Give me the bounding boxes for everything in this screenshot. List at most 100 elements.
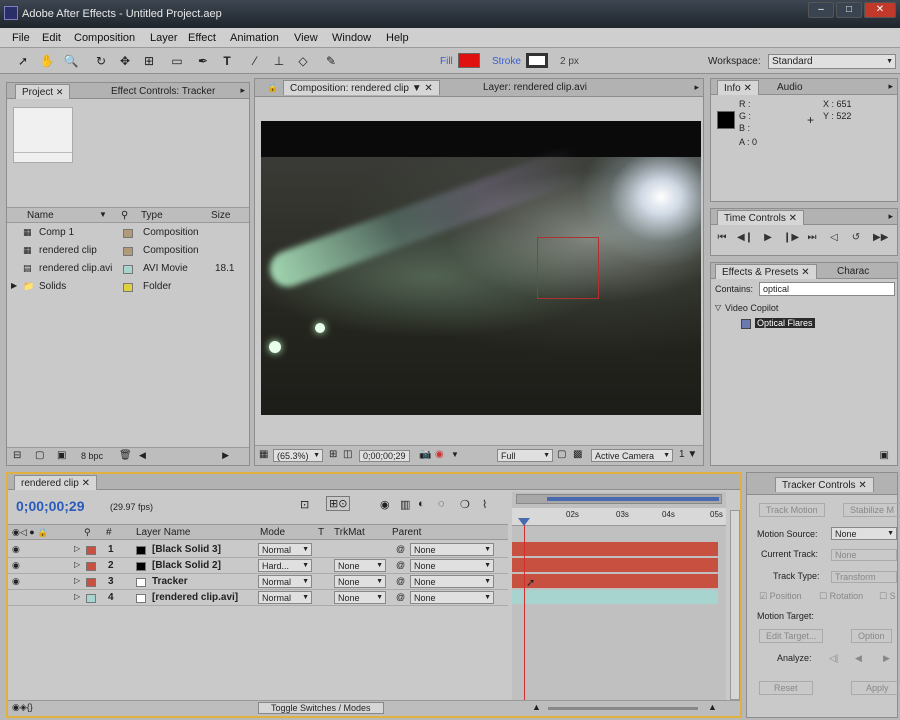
current-track-value[interactable]: None xyxy=(831,549,897,561)
tab-tracker-controls[interactable]: Tracker Controls ✕ xyxy=(775,477,874,492)
menu-file[interactable]: File xyxy=(12,32,30,44)
menu-animation[interactable]: Animation xyxy=(230,32,279,44)
grid-icon[interactable]: ⊞ xyxy=(329,449,337,460)
motion-blur-icon[interactable]: ◌ xyxy=(438,498,445,510)
parent-dropdown[interactable]: None ▼ xyxy=(410,591,494,604)
label-column-icon[interactable]: ⚲ xyxy=(84,527,91,538)
expand-arrow-icon[interactable]: ▷ xyxy=(74,576,80,585)
hide-shy-layers-icon[interactable]: ▥ xyxy=(400,498,410,511)
analyze-forward-icon[interactable]: ▶ xyxy=(883,653,890,664)
new-folder-icon[interactable]: ▢ xyxy=(35,450,44,461)
label-color-swatch[interactable] xyxy=(86,594,96,603)
show-channel-icon[interactable]: ◉ xyxy=(435,449,444,460)
effect-optical-flares[interactable]: Optical Flares xyxy=(755,318,815,328)
label-color-swatch[interactable] xyxy=(86,578,96,587)
resolution-dropdown[interactable]: Full ▼ xyxy=(497,449,553,462)
sort-icon[interactable]: ▼ xyxy=(99,210,107,219)
tab-timeline[interactable]: rendered clip ✕ xyxy=(14,475,97,490)
scale-checkbox[interactable]: ☐ S xyxy=(879,591,896,602)
layer-name-column-header[interactable]: Layer Name xyxy=(136,527,190,538)
layer-row[interactable]: ◉ ▷ 3 Tracker Normal ▼ None ▼ @ None ▼ xyxy=(8,574,508,590)
analyze-backward-icon[interactable]: ◀ xyxy=(855,653,862,664)
hand-tool-icon[interactable]: ✋ xyxy=(38,52,56,70)
composition-viewer[interactable] xyxy=(261,121,701,415)
fill-color-swatch[interactable] xyxy=(458,53,480,68)
previous-frame-icon[interactable]: ◀❙ xyxy=(737,231,753,245)
draft-3d-icon[interactable]: ◉ xyxy=(380,498,390,511)
eye-icon[interactable]: ◉ xyxy=(12,576,20,587)
category-expand-icon[interactable]: ▽ xyxy=(715,303,721,312)
current-time-display[interactable]: 0;00;00;29 xyxy=(359,450,410,462)
layer-switches-icon[interactable]: ◉◈{} xyxy=(12,702,33,713)
eye-icon[interactable]: ◉ xyxy=(12,560,20,571)
layer-bar-4[interactable] xyxy=(512,590,718,604)
project-item-row[interactable]: ▤ rendered clip.avi AVI Movie 18.1 xyxy=(7,261,249,277)
type-tool-icon[interactable]: T xyxy=(218,52,236,70)
panel-menu-icon[interactable]: ▸ xyxy=(694,82,699,93)
zoom-in-icon[interactable]: ▲ xyxy=(708,702,717,712)
label-column-icon[interactable]: ⚲ xyxy=(121,210,128,221)
effects-search-input[interactable]: optical xyxy=(759,282,895,296)
tab-audio[interactable]: Audio xyxy=(771,80,809,95)
options-button[interactable]: Option xyxy=(851,629,892,643)
parent-dropdown[interactable]: None ▼ xyxy=(410,559,494,572)
new-composition-icon[interactable]: ▣ xyxy=(57,450,66,461)
label-color-swatch[interactable] xyxy=(123,247,133,256)
label-color-swatch[interactable] xyxy=(123,283,133,292)
lock-icon[interactable]: 🔒 xyxy=(267,82,278,93)
timeline-timecode[interactable]: 0;00;00;29 xyxy=(16,498,85,514)
minimize-button[interactable]: – xyxy=(808,2,834,18)
time-graph-area[interactable]: 02s 03s 04s 05s ➚ xyxy=(512,492,726,700)
menu-window[interactable]: Window xyxy=(332,32,371,44)
stabilize-motion-button[interactable]: Stabilize M xyxy=(843,503,900,517)
pick-whip-icon[interactable]: @ xyxy=(396,544,405,554)
stroke-width-value[interactable]: 2 px xyxy=(560,56,579,67)
pan-behind-tool-icon[interactable]: ⊞ xyxy=(140,52,158,70)
menu-layer[interactable]: Layer xyxy=(150,32,178,44)
tab-info[interactable]: Info ✕ xyxy=(717,80,759,95)
panel-menu-icon[interactable]: ▸ xyxy=(888,81,893,92)
selection-tool-icon[interactable]: ➚ xyxy=(14,52,32,70)
layer-name[interactable]: [Black Solid 2] xyxy=(152,560,221,571)
category-video-copilot[interactable]: Video Copilot xyxy=(725,303,778,313)
mode-column-header[interactable]: Mode xyxy=(260,527,285,538)
stroke-color-swatch[interactable] xyxy=(526,53,548,68)
current-time-indicator[interactable] xyxy=(524,520,525,700)
motion-source-dropdown[interactable]: None ▼ xyxy=(831,527,897,540)
name-column-header[interactable]: Name xyxy=(27,210,54,221)
rectangle-tool-icon[interactable]: ▭ xyxy=(168,52,186,70)
expand-arrow-icon[interactable]: ▷ xyxy=(74,592,80,601)
track-type-value[interactable]: Transform xyxy=(831,571,897,583)
zoom-slider[interactable] xyxy=(548,707,698,710)
size-column-header[interactable]: Size xyxy=(211,210,230,221)
channel-dropdown-icon[interactable]: ▼ xyxy=(451,450,459,459)
project-item-row[interactable]: ▦ Comp 1 Composition xyxy=(7,225,249,241)
loop-icon[interactable]: ↺ xyxy=(849,231,863,245)
toggle-switches-modes-button[interactable]: Toggle Switches / Modes xyxy=(258,702,384,714)
panel-menu-icon[interactable]: ▸ xyxy=(888,211,893,222)
brush-tool-icon[interactable]: ⁄ xyxy=(246,52,264,70)
ram-preview-icon[interactable]: ▶▶ xyxy=(873,231,888,245)
clone-stamp-tool-icon[interactable]: ⊥ xyxy=(270,52,288,70)
menu-view[interactable]: View xyxy=(294,32,318,44)
menu-composition[interactable]: Composition xyxy=(74,32,135,44)
close-button[interactable]: ✕ xyxy=(864,2,896,18)
rotation-tool-icon[interactable]: ↻ xyxy=(92,52,110,70)
pick-whip-icon[interactable]: @ xyxy=(396,592,405,602)
live-update-icon[interactable]: ⊞⊙ xyxy=(326,496,351,511)
last-frame-icon[interactable]: ⏭ xyxy=(805,231,819,245)
pen-tool-icon[interactable]: ✒ xyxy=(194,52,212,70)
expand-arrow-icon[interactable]: ▷ xyxy=(74,544,80,553)
scroll-left-icon[interactable]: ◀ xyxy=(139,450,146,461)
edit-target-button[interactable]: Edit Target... xyxy=(759,629,824,643)
comp-mini-flowchart-icon[interactable]: ⊡ xyxy=(300,498,309,511)
label-color-swatch[interactable] xyxy=(123,265,133,274)
layer-name[interactable]: [Black Solid 3] xyxy=(152,544,221,555)
pick-whip-icon[interactable]: @ xyxy=(396,560,405,570)
snapshot-icon[interactable]: 📷 xyxy=(419,449,431,460)
zoom-tool-icon[interactable]: 🔍 xyxy=(62,52,80,70)
eye-icon[interactable]: ◉ xyxy=(12,544,20,555)
menu-edit[interactable]: Edit xyxy=(42,32,61,44)
trkmat-dropdown[interactable]: None ▼ xyxy=(334,559,386,572)
tab-character[interactable]: Charac xyxy=(831,264,875,279)
